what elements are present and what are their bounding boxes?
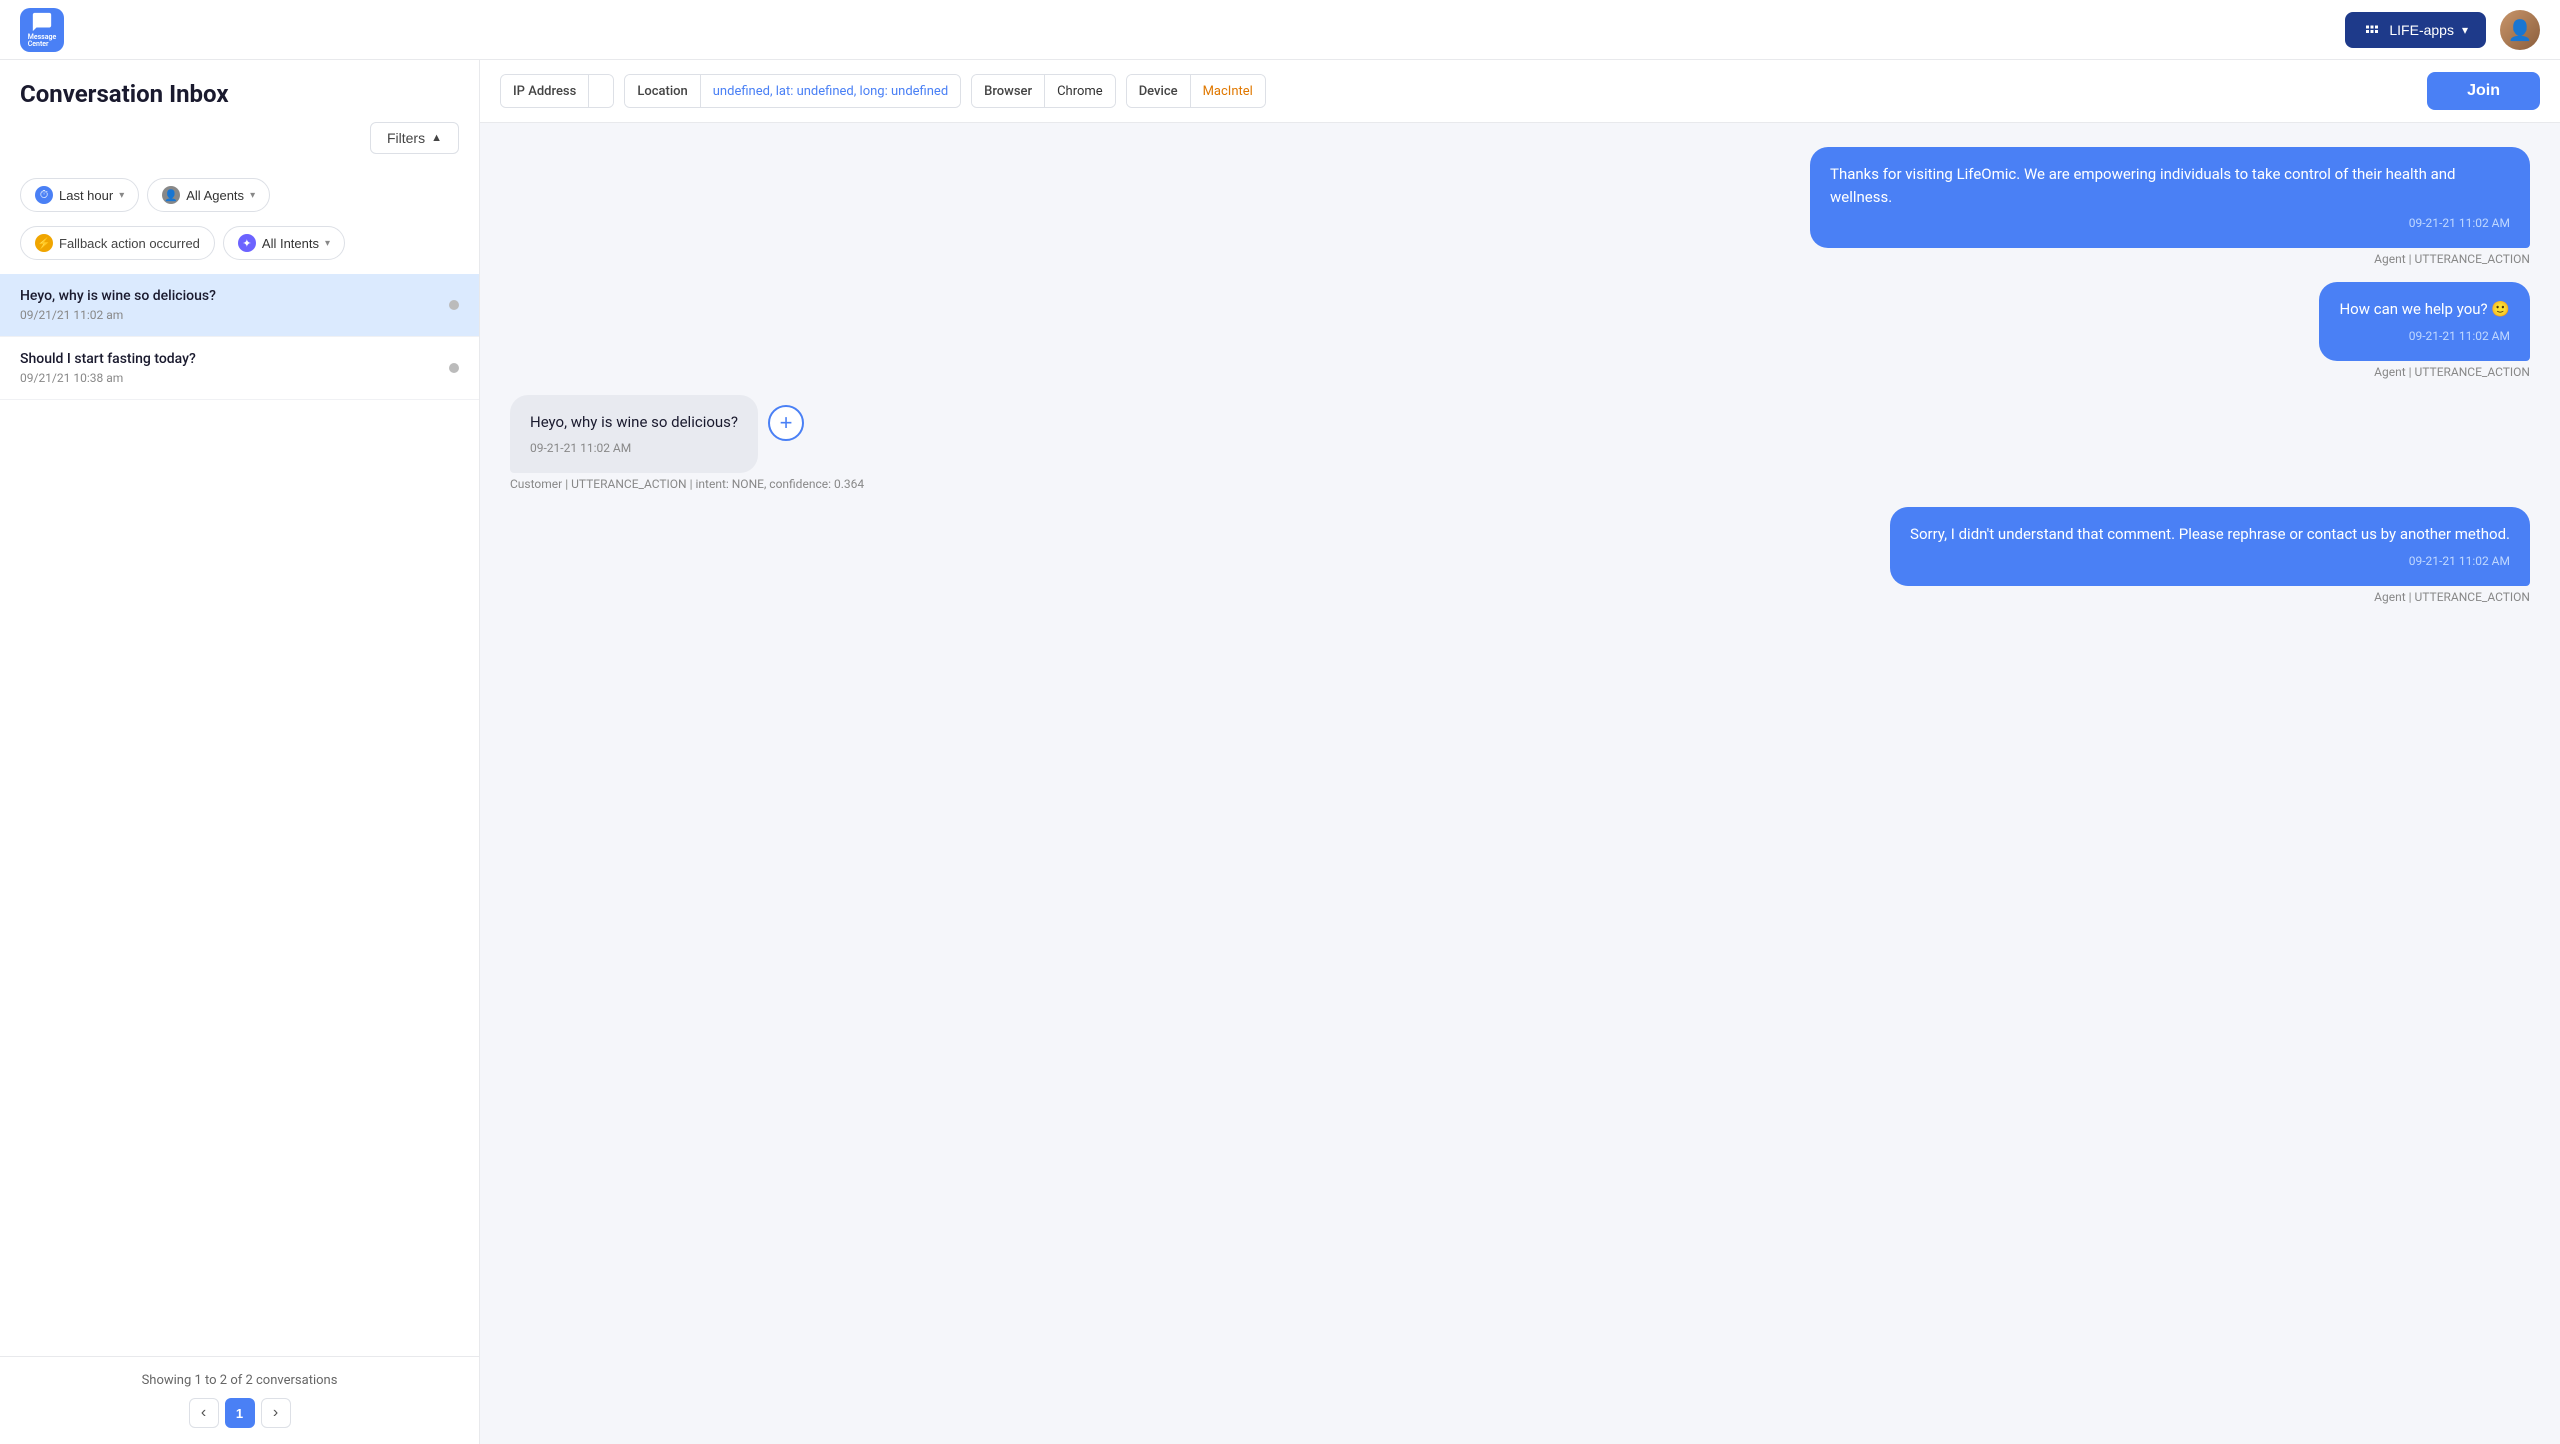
message-time-3: 09-21-21 11:02 AM [530, 439, 738, 457]
ip-address-label: IP Address [501, 75, 589, 107]
message-time-2: 09-21-21 11:02 AM [2339, 327, 2510, 345]
message-attribution-3: Customer | UTTERANCE_ACTION | intent: NO… [510, 477, 864, 491]
apps-icon [2363, 21, 2381, 39]
pagination-text: Showing 1 to 2 of 2 conversations [16, 1373, 463, 1388]
next-page-button[interactable]: › [261, 1398, 291, 1428]
time-filter-label: Last hour [59, 188, 113, 203]
location-label: Location [625, 75, 700, 107]
convo-message-1: Heyo, why is wine so delicious? [20, 288, 459, 304]
message-time-4: 09-21-21 11:02 AM [1910, 552, 2510, 570]
message-bubble-4: Sorry, I didn't understand that comment.… [1890, 507, 2530, 586]
convo-message-2: Should I start fasting today? [20, 351, 459, 367]
message-attribution-1: Agent | UTTERANCE_ACTION [2374, 252, 2530, 266]
convo-item-2[interactable]: Should I start fasting today? 09/21/21 1… [0, 337, 479, 400]
app-name-label: MessageCenter [28, 34, 57, 48]
fallback-icon: ⚡ [35, 234, 53, 252]
message-1: Thanks for visiting LifeOmic. We are emp… [510, 147, 2530, 266]
message-bubble-1: Thanks for visiting LifeOmic. We are emp… [1810, 147, 2530, 248]
convo-time-2: 09/21/21 10:38 am [20, 371, 459, 385]
page-title: Conversation Inbox [20, 80, 459, 108]
time-filter-chevron: ▾ [119, 190, 124, 201]
convo-dot-2 [449, 363, 459, 373]
detail-header: IP Address Location undefined, lat: unde… [480, 60, 2560, 123]
device-label: Device [1127, 75, 1191, 107]
fallback-filter-tag[interactable]: ⚡ Fallback action occurred [20, 226, 215, 260]
message-bubble-2: How can we help you? 🙂 09-21-21 11:02 AM [2319, 282, 2530, 361]
ip-address-tag: IP Address [500, 74, 614, 108]
life-apps-button[interactable]: LIFE-apps ▾ [2345, 12, 2486, 48]
device-tag: Device MacIntel [1126, 74, 1266, 108]
intents-filter-label: All Intents [262, 236, 319, 251]
message-attribution-4: Agent | UTTERANCE_ACTION [2374, 590, 2530, 604]
message-attribution-2: Agent | UTTERANCE_ACTION [2374, 365, 2530, 379]
page-1-button[interactable]: 1 [225, 1398, 255, 1428]
message-time-1: 09-21-21 11:02 AM [1830, 214, 2510, 232]
avatar[interactable]: 👤 [2500, 10, 2540, 50]
fallback-filter-label: Fallback action occurred [59, 236, 200, 251]
life-apps-label: LIFE-apps [2389, 22, 2454, 38]
message-4: Sorry, I didn't understand that comment.… [510, 507, 2530, 604]
main-content: IP Address Location undefined, lat: unde… [480, 60, 2560, 1444]
location-value: undefined, lat: undefined, long: undefin… [701, 75, 960, 107]
prev-page-button[interactable]: ‹ [189, 1398, 219, 1428]
convo-dot-1 [449, 300, 459, 310]
ip-address-value [589, 75, 613, 107]
life-apps-chevron: ▾ [2462, 23, 2468, 37]
message-3: Heyo, why is wine so delicious? 09-21-21… [510, 395, 2530, 492]
convo-item-1[interactable]: Heyo, why is wine so delicious? 09/21/21… [0, 274, 479, 337]
time-filter-pill[interactable]: ⏱ Last hour ▾ [20, 178, 139, 212]
add-action-button[interactable]: + [768, 405, 804, 441]
intents-filter-chevron: ▾ [325, 238, 330, 249]
device-value: MacIntel [1191, 75, 1265, 107]
intents-filter-pill[interactable]: ✦ All Intents ▾ [223, 226, 345, 260]
topnav: MessageCenter LIFE-apps ▾ 👤 [0, 0, 2560, 60]
location-tag: Location undefined, lat: undefined, long… [624, 74, 961, 108]
agents-filter-label: All Agents [186, 188, 244, 203]
browser-value: Chrome [1045, 75, 1115, 107]
filters-label: Filters [387, 130, 425, 146]
agents-filter-pill[interactable]: 👤 All Agents ▾ [147, 178, 270, 212]
conversation-list: Heyo, why is wine so delicious? 09/21/21… [0, 274, 479, 1356]
browser-label: Browser [972, 75, 1045, 107]
message-bubble-3: Heyo, why is wine so delicious? 09-21-21… [510, 395, 758, 474]
filters-button[interactable]: Filters ▲ [370, 122, 459, 154]
agents-filter-chevron: ▾ [250, 190, 255, 201]
message-2: How can we help you? 🙂 09-21-21 11:02 AM… [510, 282, 2530, 379]
agents-icon: 👤 [162, 186, 180, 204]
sidebar: Conversation Inbox Filters ▲ ⏱ Last hour… [0, 60, 480, 1444]
clock-icon: ⏱ [35, 186, 53, 204]
chat-area: Thanks for visiting LifeOmic. We are emp… [480, 123, 2560, 1444]
join-button[interactable]: Join [2427, 72, 2540, 110]
browser-tag: Browser Chrome [971, 74, 1116, 108]
pagination: Showing 1 to 2 of 2 conversations ‹ 1 › [0, 1356, 479, 1444]
filters-chevron: ▲ [431, 132, 442, 144]
intents-icon: ✦ [238, 234, 256, 252]
message-icon [31, 11, 53, 33]
app-logo: MessageCenter [20, 8, 64, 52]
convo-time-1: 09/21/21 11:02 am [20, 308, 459, 322]
